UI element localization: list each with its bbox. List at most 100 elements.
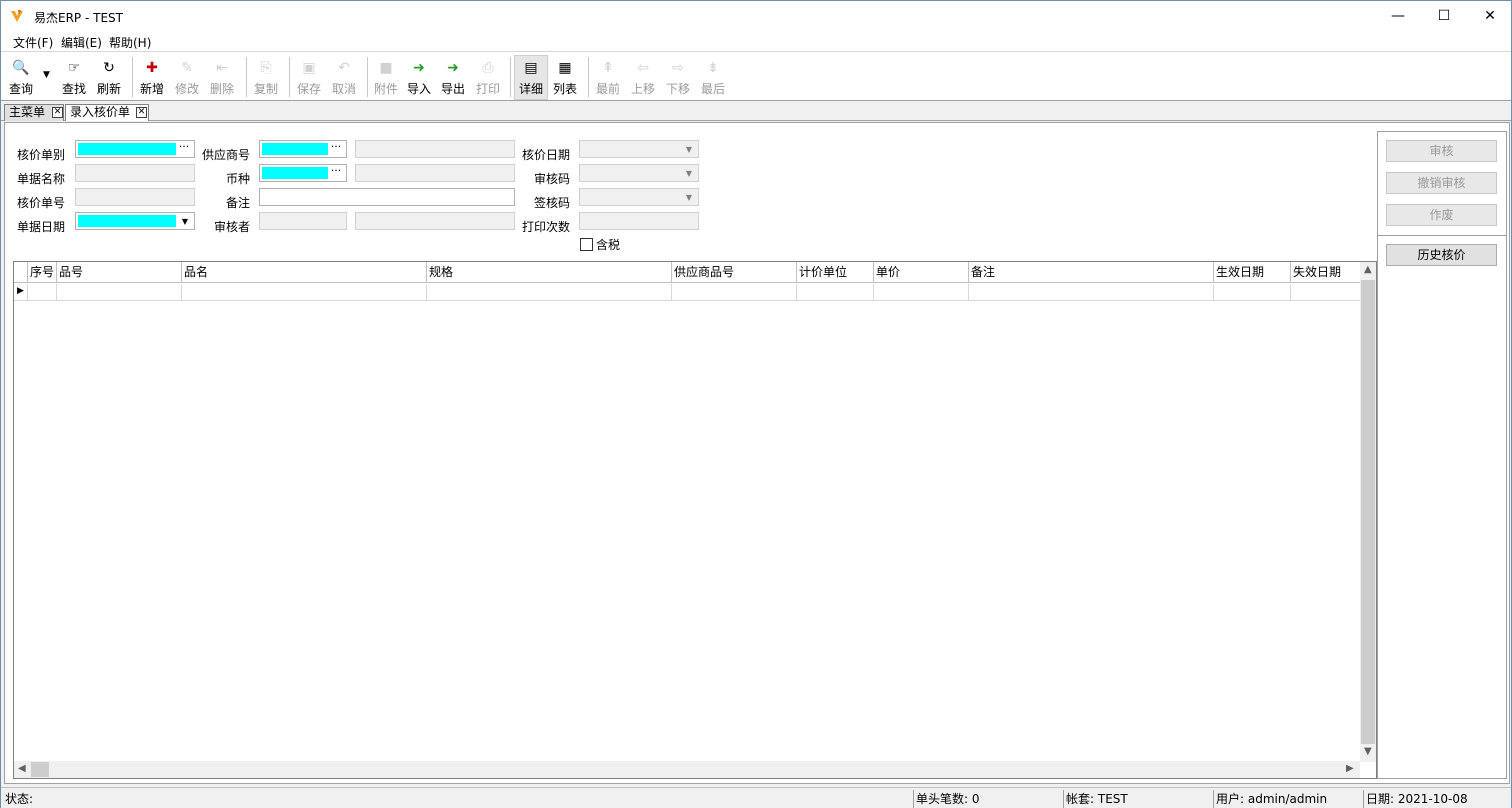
attach-button[interactable]: ■ 附件 (374, 58, 398, 98)
audit-code-select[interactable]: ▼ (579, 164, 699, 182)
add-icon: ✚ (146, 60, 158, 76)
currency-input[interactable]: ··· (259, 164, 347, 182)
col-spec[interactable]: 规格 (427, 262, 672, 283)
scroll-thumb[interactable] (1361, 280, 1375, 744)
detail-button[interactable]: ▤ 详细 (514, 55, 548, 100)
doc-name-field (75, 164, 195, 182)
print-count-label: 打印次数 (522, 220, 571, 234)
cell[interactable] (427, 284, 672, 301)
find-icon: ☞ (67, 60, 81, 76)
import-button[interactable]: ➜ 导入 (407, 58, 431, 98)
cell[interactable] (1291, 284, 1360, 301)
col-remark[interactable]: 备注 (969, 262, 1214, 283)
scroll-down-icon[interactable]: ▼ (1364, 746, 1372, 757)
first-button[interactable]: ⇞ 最前 (596, 58, 620, 98)
delete-button[interactable]: ⇤ 删除 (210, 58, 234, 98)
toolbar-separator (132, 57, 133, 97)
col-expiry-date[interactable]: 失效日期 (1291, 262, 1360, 283)
scroll-thumb[interactable] (31, 762, 49, 777)
price-history-button[interactable]: 历史核价 (1386, 244, 1497, 266)
toolbar-separator (367, 57, 368, 97)
scroll-right-icon[interactable]: ▶ (1346, 763, 1354, 774)
undo-icon: ↶ (338, 60, 350, 76)
table-row[interactable]: ▶ (14, 284, 1360, 301)
up-button[interactable]: ⇦ 上移 (631, 58, 655, 98)
col-unit[interactable]: 计价单位 (797, 262, 874, 283)
add-button[interactable]: ✚ 新增 (140, 58, 164, 98)
void-button[interactable]: 作废 (1386, 204, 1497, 226)
close-tab-icon[interactable]: ✕ (136, 107, 147, 118)
col-effective-date[interactable]: 生效日期 (1214, 262, 1291, 283)
cell[interactable] (57, 284, 182, 301)
remark-label: 备注 (226, 196, 251, 210)
export-button[interactable]: ➜ 导出 (441, 58, 465, 98)
supplier-name-field (355, 140, 515, 158)
scroll-up-icon[interactable]: ▲ (1364, 264, 1372, 275)
query-dropdown-icon[interactable]: ▼ (43, 70, 50, 80)
remark-input[interactable] (259, 188, 515, 206)
form-area: 核价单别 ··· 供应商号 ··· 核价日期 ▼ 单据名称 币种 ··· 审核码… (4, 122, 1510, 784)
cancel-audit-button[interactable]: 撤销审核 (1386, 172, 1497, 194)
chevron-down-icon: ▼ (685, 145, 693, 154)
cell[interactable] (672, 284, 797, 301)
list-button[interactable]: ▦ 列表 (553, 58, 577, 98)
cancel-button[interactable]: ↶ 取消 (332, 58, 356, 98)
app-logo-icon (11, 10, 23, 22)
cell[interactable] (969, 284, 1214, 301)
maximize-button[interactable]: ☐ (1421, 1, 1467, 31)
tab-main-menu[interactable]: 主菜单 ✕ (4, 104, 64, 121)
list-view-icon: ▦ (558, 60, 572, 76)
col-item-no[interactable]: 品号 (57, 262, 182, 283)
detail-view-icon: ▤ (524, 60, 538, 76)
tax-included-checkbox[interactable] (580, 238, 593, 251)
ellipsis-icon[interactable]: ··· (176, 141, 192, 156)
down-button[interactable]: ⇨ 下移 (666, 58, 690, 98)
price-type-label: 核价单别 (17, 148, 66, 162)
col-supplier-item-no[interactable]: 供应商品号 (672, 262, 797, 283)
col-seq[interactable]: 序号 (28, 262, 57, 283)
horizontal-scrollbar[interactable]: ◀ ▶ (14, 761, 1360, 778)
copy-button[interactable]: ⎘ 复制 (254, 58, 278, 98)
menu-help[interactable]: 帮助(H) (109, 34, 151, 51)
menu-bar: 文件(F) 编辑(E) 帮助(H) (1, 31, 1511, 51)
tab-price-entry[interactable]: 录入核价单 ✕ (65, 104, 149, 121)
right-arrow-icon: ⇨ (672, 60, 684, 76)
edit-button[interactable]: ✎ 修改 (175, 58, 199, 98)
menu-file[interactable]: 文件(F) (13, 34, 53, 51)
vertical-scrollbar[interactable]: ▲ ▼ (1360, 262, 1376, 762)
col-price[interactable]: 单价 (874, 262, 969, 283)
refresh-button[interactable]: ↻ 刷新 (97, 58, 121, 98)
print-button[interactable]: ⎙ 打印 (476, 58, 500, 98)
supplier-no-input[interactable]: ··· (259, 140, 347, 158)
scroll-left-icon[interactable]: ◀ (18, 763, 26, 774)
cell[interactable] (874, 284, 969, 301)
price-date-select[interactable]: ▼ (579, 140, 699, 158)
doc-date-picker[interactable]: ▼ (75, 212, 195, 230)
ellipsis-icon[interactable]: ··· (328, 165, 344, 180)
cell[interactable] (182, 284, 427, 301)
ellipsis-icon[interactable]: ··· (328, 141, 344, 156)
col-item-name[interactable]: 品名 (182, 262, 427, 283)
audit-button[interactable]: 审核 (1386, 140, 1497, 162)
cell[interactable] (1214, 284, 1291, 301)
price-type-input[interactable]: ··· (75, 140, 195, 158)
save-button[interactable]: ▣ 保存 (297, 58, 321, 98)
query-button[interactable]: 🔍 查询 (9, 58, 33, 98)
document-tabs: 主菜单 ✕ 录入核价单 ✕ (1, 102, 1511, 121)
tax-included-label: 含税 (596, 238, 621, 252)
doc-name-label: 单据名称 (17, 172, 66, 186)
supplier-no-label: 供应商号 (202, 148, 251, 162)
chevron-down-icon[interactable]: ▼ (178, 215, 192, 228)
doc-date-label: 单据日期 (17, 220, 66, 234)
cell[interactable] (28, 284, 57, 301)
close-button[interactable]: ✕ (1467, 1, 1512, 31)
minimize-button[interactable]: — (1375, 1, 1421, 31)
close-tab-icon[interactable]: ✕ (52, 107, 63, 118)
menu-edit[interactable]: 编辑(E) (61, 34, 102, 51)
sign-code-select[interactable]: ▼ (579, 188, 699, 206)
find-button[interactable]: ☞ 查找 (62, 58, 86, 98)
current-date: 日期: 2021-10-08 (1363, 790, 1509, 808)
last-button[interactable]: ⇟ 最后 (701, 58, 725, 98)
cell[interactable] (797, 284, 874, 301)
title-bar: 易杰ERP - TEST — ☐ ✕ (1, 1, 1511, 31)
